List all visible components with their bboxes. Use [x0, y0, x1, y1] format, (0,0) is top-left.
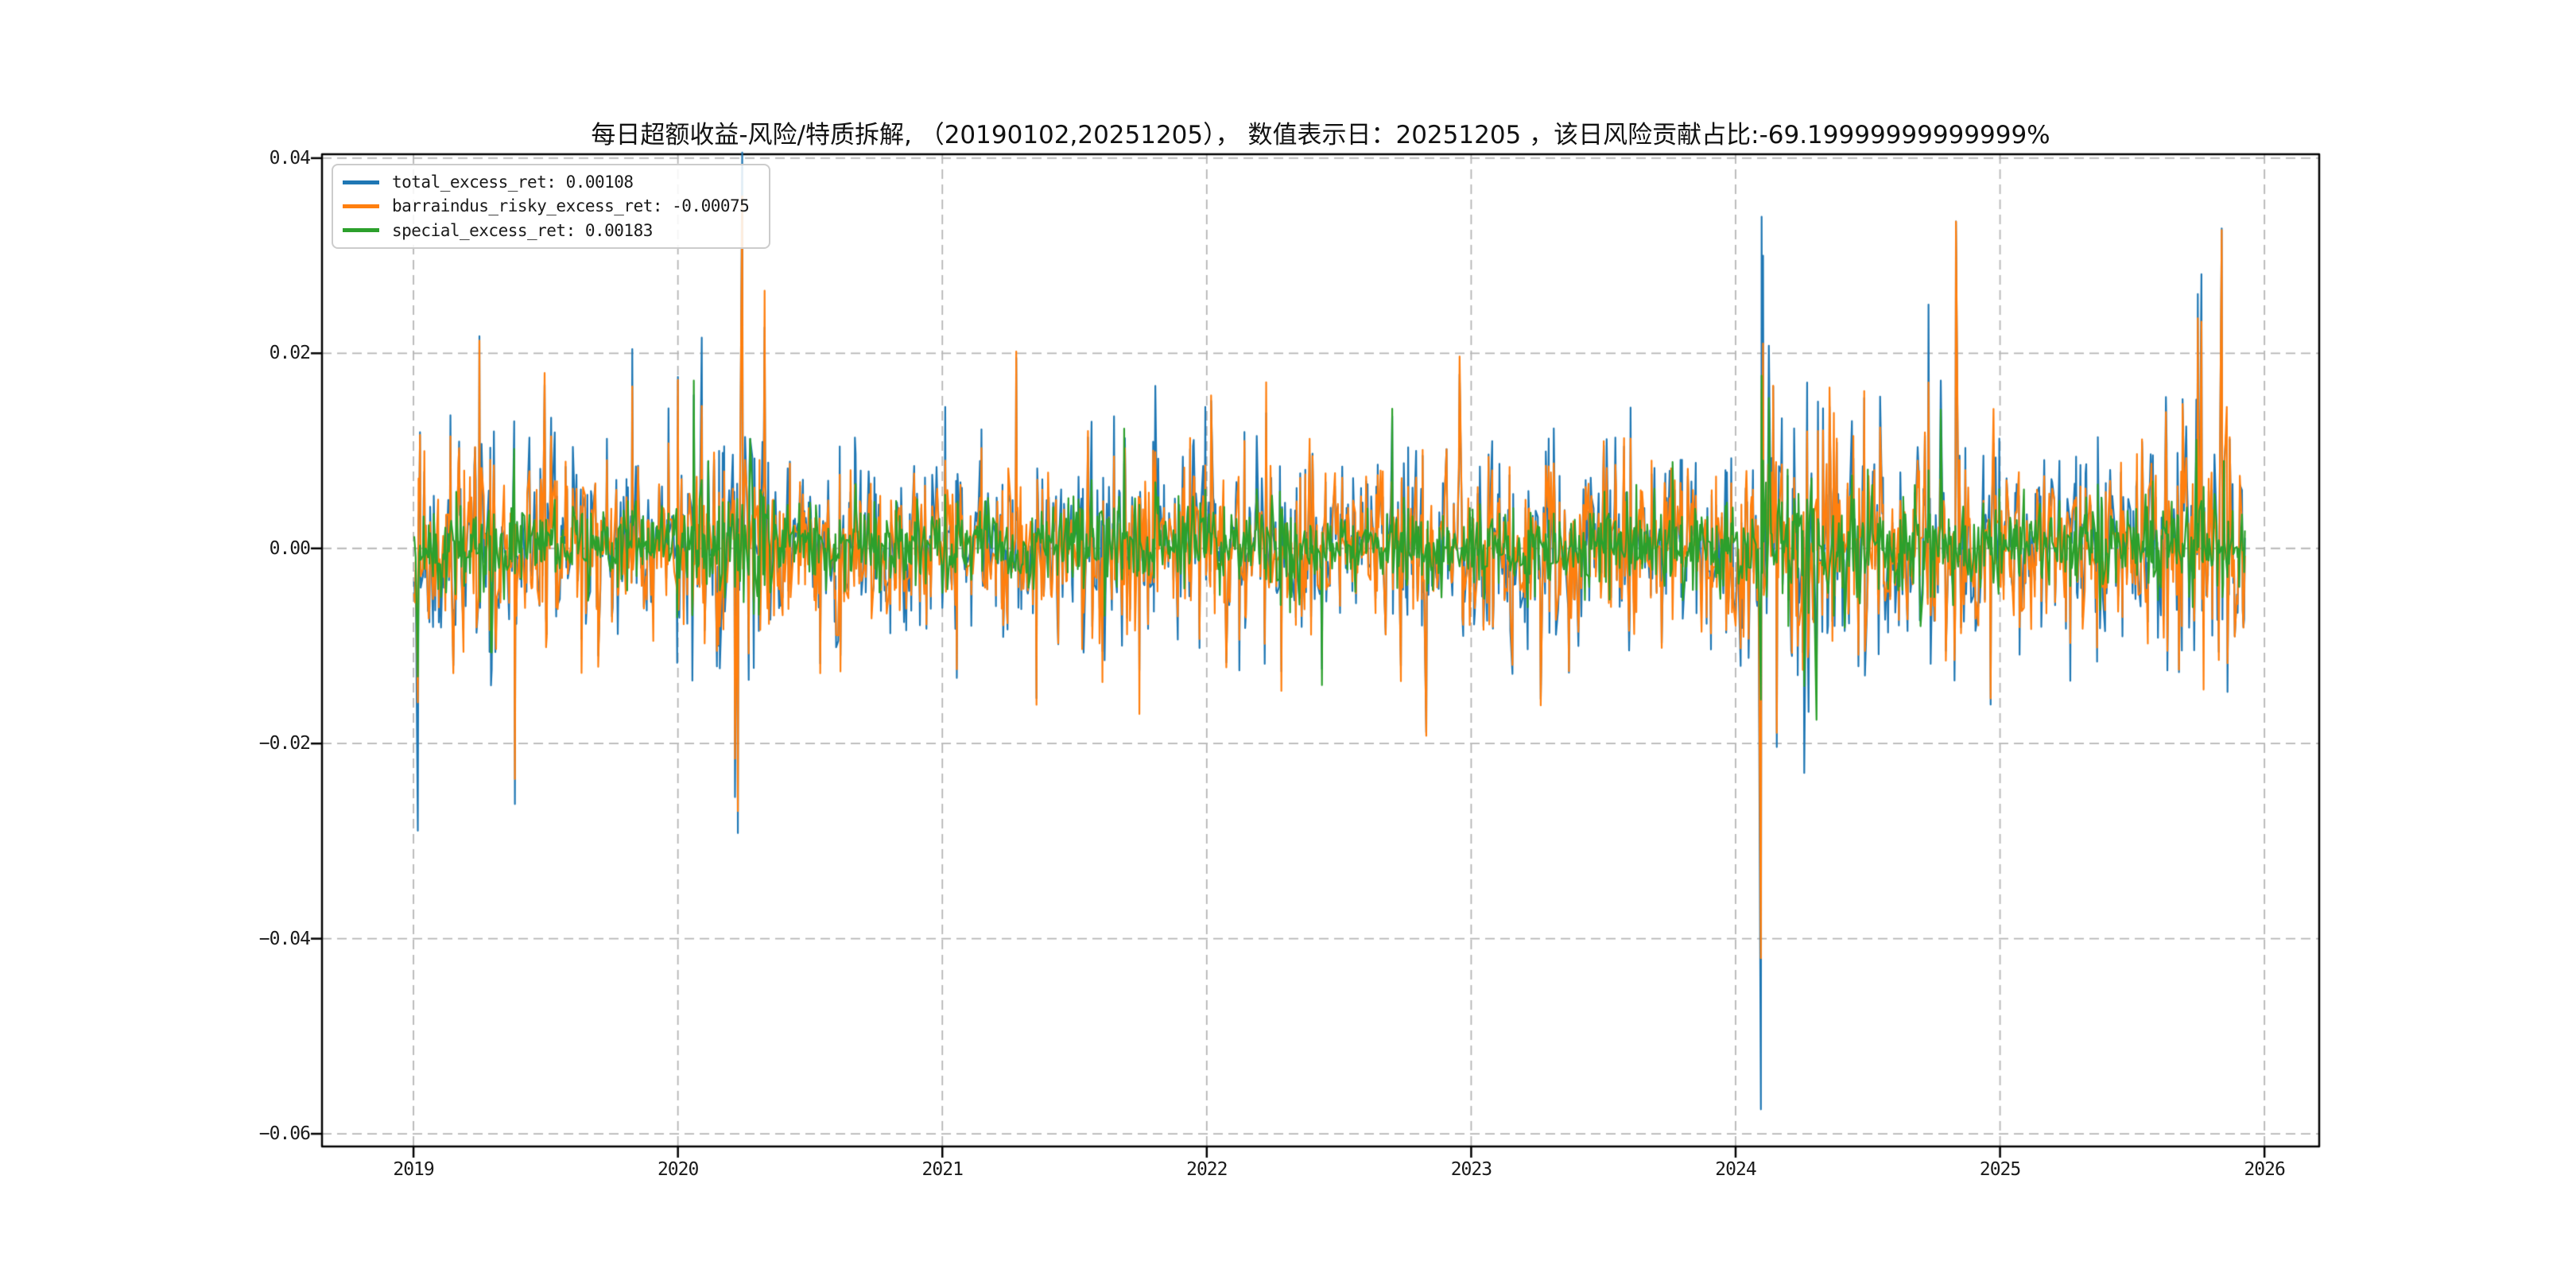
legend-label: total_excess_ret: 0.00108 — [392, 173, 634, 192]
y-axis-tick-label: 0.02 — [269, 343, 311, 364]
x-axis-tick-label: 2023 — [1450, 1159, 1492, 1180]
x-axis-tick-label: 2026 — [2244, 1159, 2285, 1180]
x-axis-tick-label: 2025 — [1979, 1159, 2021, 1180]
y-axis-tick-label: −0.02 — [258, 733, 311, 755]
legend: total_excess_ret: 0.00108 barraindus_ris… — [332, 164, 770, 249]
legend-label: special_excess_ret: 0.00183 — [392, 220, 653, 240]
x-axis-tick-label: 2022 — [1186, 1159, 1228, 1180]
x-axis-tick-label: 2019 — [393, 1159, 434, 1180]
y-axis-tick-label: 0.04 — [269, 147, 311, 169]
page-title: 每日超额收益-风险/特质拆解, （20190102,20251205）， 数值表… — [591, 121, 2050, 149]
x-axis-tick-label: 2021 — [921, 1159, 964, 1180]
y-axis-tick-label: −0.06 — [258, 1123, 311, 1145]
x-axis-tick-label: 2024 — [1715, 1159, 1756, 1180]
legend-item-barraindus-risky-excess-ret: barraindus_risky_excess_ret: -0.00075 — [343, 194, 759, 218]
legend-item-total-excess-ret: total_excess_ret: 0.00108 — [343, 170, 759, 194]
x-axis-tick-label: 2020 — [657, 1159, 699, 1180]
legend-line-swatch-special — [343, 228, 379, 233]
figure: 每日超额收益-风险/特质拆解, （20190102,20251205）， 数值表… — [0, 0, 2576, 1288]
legend-item-special-excess-ret: special_excess_ret: 0.00183 — [343, 219, 759, 242]
legend-label: barraindus_risky_excess_ret: -0.00075 — [392, 196, 750, 216]
y-axis-tick-label: 0.00 — [269, 537, 311, 559]
y-axis-tick-label: −0.04 — [258, 928, 311, 949]
legend-line-swatch-total — [343, 180, 379, 184]
legend-line-swatch-risky — [343, 204, 379, 208]
